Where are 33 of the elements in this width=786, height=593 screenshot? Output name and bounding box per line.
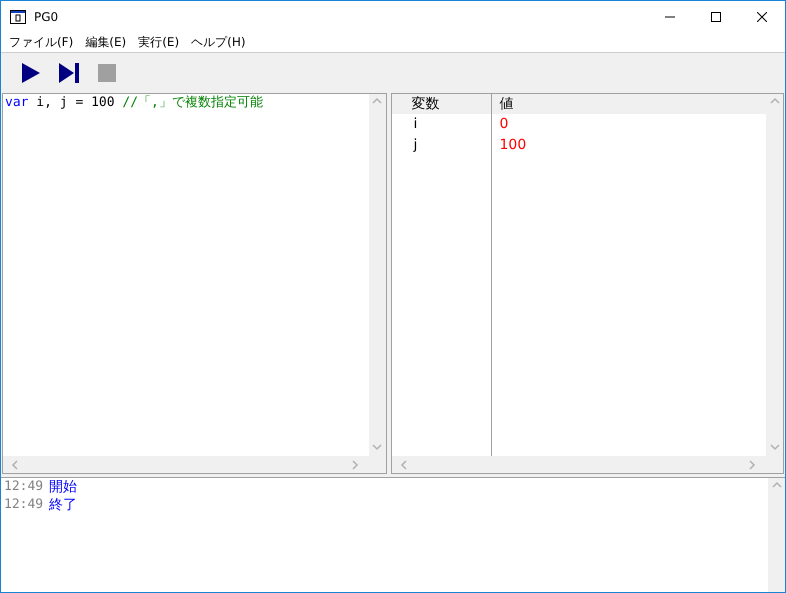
code-line: var i, j = 100 //「,」で複数指定可能 xyxy=(4,94,264,112)
log-time: 12:49 xyxy=(4,496,44,514)
value-cell-text: 100 xyxy=(498,136,528,155)
menu-item[interactable]: 編集(E) xyxy=(79,34,132,50)
app-icon xyxy=(10,10,26,24)
stop-icon xyxy=(95,61,119,85)
step-icon xyxy=(57,61,81,85)
column-header: 値 xyxy=(492,94,766,114)
scroll-right-icon[interactable] xyxy=(350,460,360,470)
log-time: 12:49 xyxy=(4,478,44,496)
vertical-scrollbar[interactable] xyxy=(368,94,386,456)
close-icon xyxy=(757,12,767,22)
horizontal-scrollbar[interactable] xyxy=(3,456,368,473)
scroll-left-icon[interactable] xyxy=(400,460,410,470)
variable-name-cell: i xyxy=(392,114,492,135)
maximize-icon xyxy=(711,12,721,22)
log-message: 終了 xyxy=(49,496,78,514)
horizontal-scrollbar[interactable] xyxy=(392,456,766,473)
column-header: 変数 xyxy=(392,94,492,114)
value-cell-text: 0 xyxy=(498,115,510,134)
window-title: PG0 xyxy=(34,10,60,24)
menu-item[interactable]: ファイル(F) xyxy=(3,34,80,50)
scroll-down-icon[interactable] xyxy=(372,443,382,453)
scroll-down-icon[interactable] xyxy=(770,443,780,453)
menu-item[interactable]: ヘルプ(H) xyxy=(185,34,252,50)
log-message: 開始 xyxy=(49,478,78,496)
menu-item[interactable]: 実行(E) xyxy=(132,34,186,50)
code-editor[interactable]: var i, j = 100 //「,」で複数指定可能 xyxy=(2,93,386,474)
variable-name-cell: j xyxy=(392,135,492,156)
scroll-right-icon[interactable] xyxy=(748,460,758,470)
vertical-scrollbar[interactable] xyxy=(766,94,783,456)
vertical-scrollbar[interactable] xyxy=(768,478,785,592)
step-button[interactable] xyxy=(57,61,81,85)
